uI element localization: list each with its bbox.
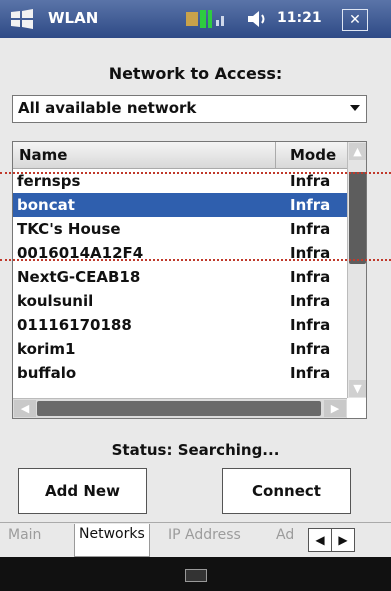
keyboard-icon[interactable] bbox=[185, 569, 207, 582]
network-mode: Infra bbox=[290, 364, 331, 382]
windows-logo-icon[interactable] bbox=[8, 8, 36, 30]
column-mode-label: Mode bbox=[290, 146, 337, 164]
column-header-mode[interactable]: Mode bbox=[276, 142, 346, 168]
app-title: WLAN bbox=[48, 9, 99, 27]
network-name: koulsunil bbox=[17, 292, 94, 310]
vertical-scrollbar[interactable]: ▲ ▼ bbox=[347, 142, 366, 398]
tab-networks[interactable]: Networks bbox=[74, 524, 150, 557]
network-name: 01116170188 bbox=[17, 316, 132, 334]
signal-icon[interactable] bbox=[186, 8, 228, 30]
volume-icon[interactable] bbox=[246, 9, 268, 29]
scroll-left-icon[interactable]: ◀ bbox=[14, 400, 36, 417]
scroll-right-icon[interactable]: ▶ bbox=[324, 400, 346, 417]
status-text: Status: Searching... bbox=[111, 441, 280, 459]
network-mode: Infra bbox=[290, 220, 331, 238]
list-item[interactable]: korim1 Infra bbox=[13, 337, 347, 361]
list-item[interactable]: 01116170188 Infra bbox=[13, 313, 347, 337]
network-name: NextG-CEAB18 bbox=[17, 268, 141, 286]
vertical-scroll-thumb[interactable] bbox=[349, 172, 366, 264]
list-item[interactable]: buffalo Infra bbox=[13, 361, 347, 385]
horizontal-scroll-thumb[interactable] bbox=[37, 401, 321, 416]
column-header-name[interactable]: Name bbox=[13, 142, 276, 168]
network-name: buffalo bbox=[17, 364, 77, 382]
status-bar: WLAN 11:21 ✕ bbox=[0, 0, 391, 38]
network-mode: Infra bbox=[290, 172, 331, 190]
close-button[interactable]: ✕ bbox=[342, 9, 368, 31]
tab-scroll-left-icon[interactable]: ◀ bbox=[308, 528, 332, 552]
tab-main[interactable]: Main bbox=[8, 527, 41, 543]
list-item[interactable]: 0016014A12F4 Infra bbox=[13, 241, 347, 265]
list-header: Name Mode bbox=[13, 142, 366, 169]
network-filter-dropdown[interactable]: All available network bbox=[12, 95, 367, 123]
network-mode: Infra bbox=[290, 292, 331, 310]
page-heading: Network to Access: bbox=[108, 64, 283, 83]
network-mode: Infra bbox=[290, 340, 331, 358]
network-name: TKC's House bbox=[17, 220, 121, 238]
horizontal-scrollbar[interactable]: ◀ ▶ bbox=[13, 398, 347, 418]
network-mode: Infra bbox=[290, 268, 331, 286]
list-item[interactable]: TKC's House Infra bbox=[13, 217, 347, 241]
clock[interactable]: 11:21 bbox=[277, 10, 322, 26]
add-new-button[interactable]: Add New bbox=[18, 468, 147, 514]
network-list[interactable]: Name Mode fernsps Infra boncat Infra TKC… bbox=[12, 141, 367, 419]
annotation-dotted-line bbox=[0, 172, 391, 174]
tab-ip-address[interactable]: IP Address bbox=[168, 527, 241, 543]
network-mode: Infra bbox=[290, 196, 331, 214]
network-name: fernsps bbox=[17, 172, 81, 190]
scroll-down-icon[interactable]: ▼ bbox=[349, 380, 366, 397]
dropdown-value: All available network bbox=[18, 99, 197, 117]
scroll-up-icon[interactable]: ▲ bbox=[349, 143, 366, 160]
bottom-bar bbox=[0, 557, 391, 591]
list-item[interactable]: koulsunil Infra bbox=[13, 289, 347, 313]
connect-button[interactable]: Connect bbox=[222, 468, 351, 514]
list-rows: fernsps Infra boncat Infra TKC's House I… bbox=[13, 169, 347, 385]
list-item[interactable]: NextG-CEAB18 Infra bbox=[13, 265, 347, 289]
annotation-dotted-line bbox=[0, 259, 391, 261]
column-name-label: Name bbox=[19, 146, 68, 164]
network-name: boncat bbox=[17, 196, 75, 214]
network-mode: Infra bbox=[290, 316, 331, 334]
tab-bar: Main Networks IP Address Ad ◀ ▶ bbox=[0, 522, 391, 558]
tab-scroll-right-icon[interactable]: ▶ bbox=[331, 528, 355, 552]
list-item-selected[interactable]: boncat Infra bbox=[13, 193, 347, 217]
network-name: korim1 bbox=[17, 340, 76, 358]
chevron-down-icon[interactable] bbox=[350, 105, 360, 111]
tab-advanced[interactable]: Ad bbox=[276, 527, 294, 543]
